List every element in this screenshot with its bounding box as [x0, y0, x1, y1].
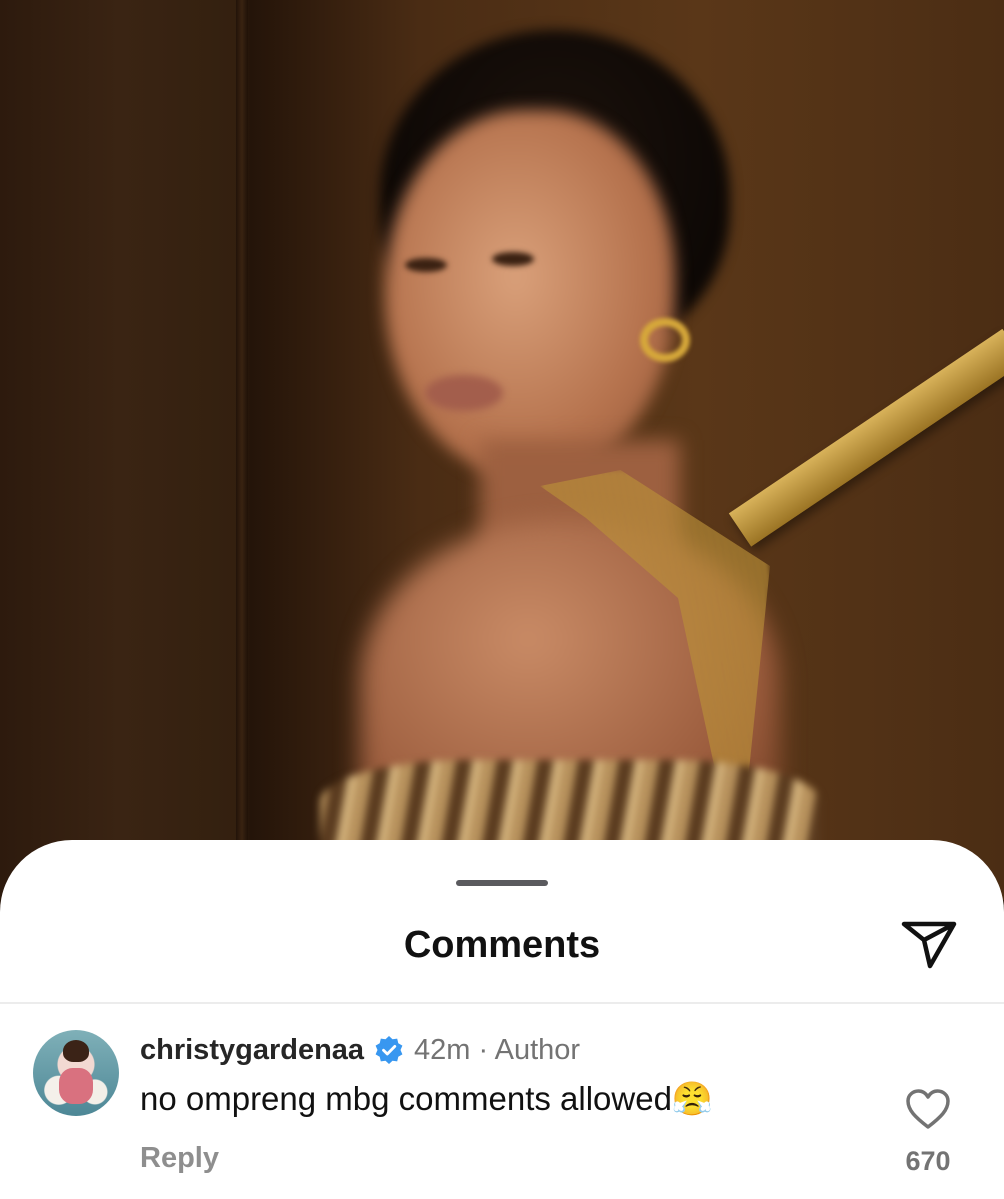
eye-left: [405, 258, 447, 272]
comment-meta-row: christygardenaa 42m · Author: [140, 1032, 580, 1068]
comment-meta: 42m · Author: [414, 1033, 581, 1066]
face: [385, 110, 675, 480]
comment-username[interactable]: christygardenaa: [140, 1034, 364, 1067]
divider: [0, 1002, 1004, 1004]
share-button[interactable]: [896, 914, 962, 974]
like-button[interactable]: [903, 1086, 953, 1132]
paper-plane-icon: [901, 921, 957, 969]
sheet-grabber-handle[interactable]: [456, 880, 548, 886]
door-panel-edge: [236, 0, 248, 900]
avatar[interactable]: [33, 1030, 119, 1116]
comments-sheet: Comments christygardenaa 42m · Author no…: [0, 840, 1004, 1199]
sheet-title: Comments: [403, 924, 601, 966]
heart-outline-icon: [906, 1089, 950, 1129]
comment-item: christygardenaa 42m · Author no ompreng …: [0, 1028, 1004, 1188]
lips: [425, 375, 503, 411]
handrail: [728, 328, 1004, 547]
verified-badge-icon: [374, 1035, 404, 1065]
avatar-body: [59, 1068, 93, 1104]
comment-text: no ompreng mbg comments allowed😤: [140, 1080, 714, 1117]
reply-button[interactable]: Reply: [140, 1142, 219, 1175]
like-count: 670: [905, 1146, 951, 1176]
avatar-hair: [63, 1040, 89, 1062]
post-photo: [0, 0, 1004, 900]
eye-right: [492, 252, 534, 266]
earring: [640, 318, 690, 362]
